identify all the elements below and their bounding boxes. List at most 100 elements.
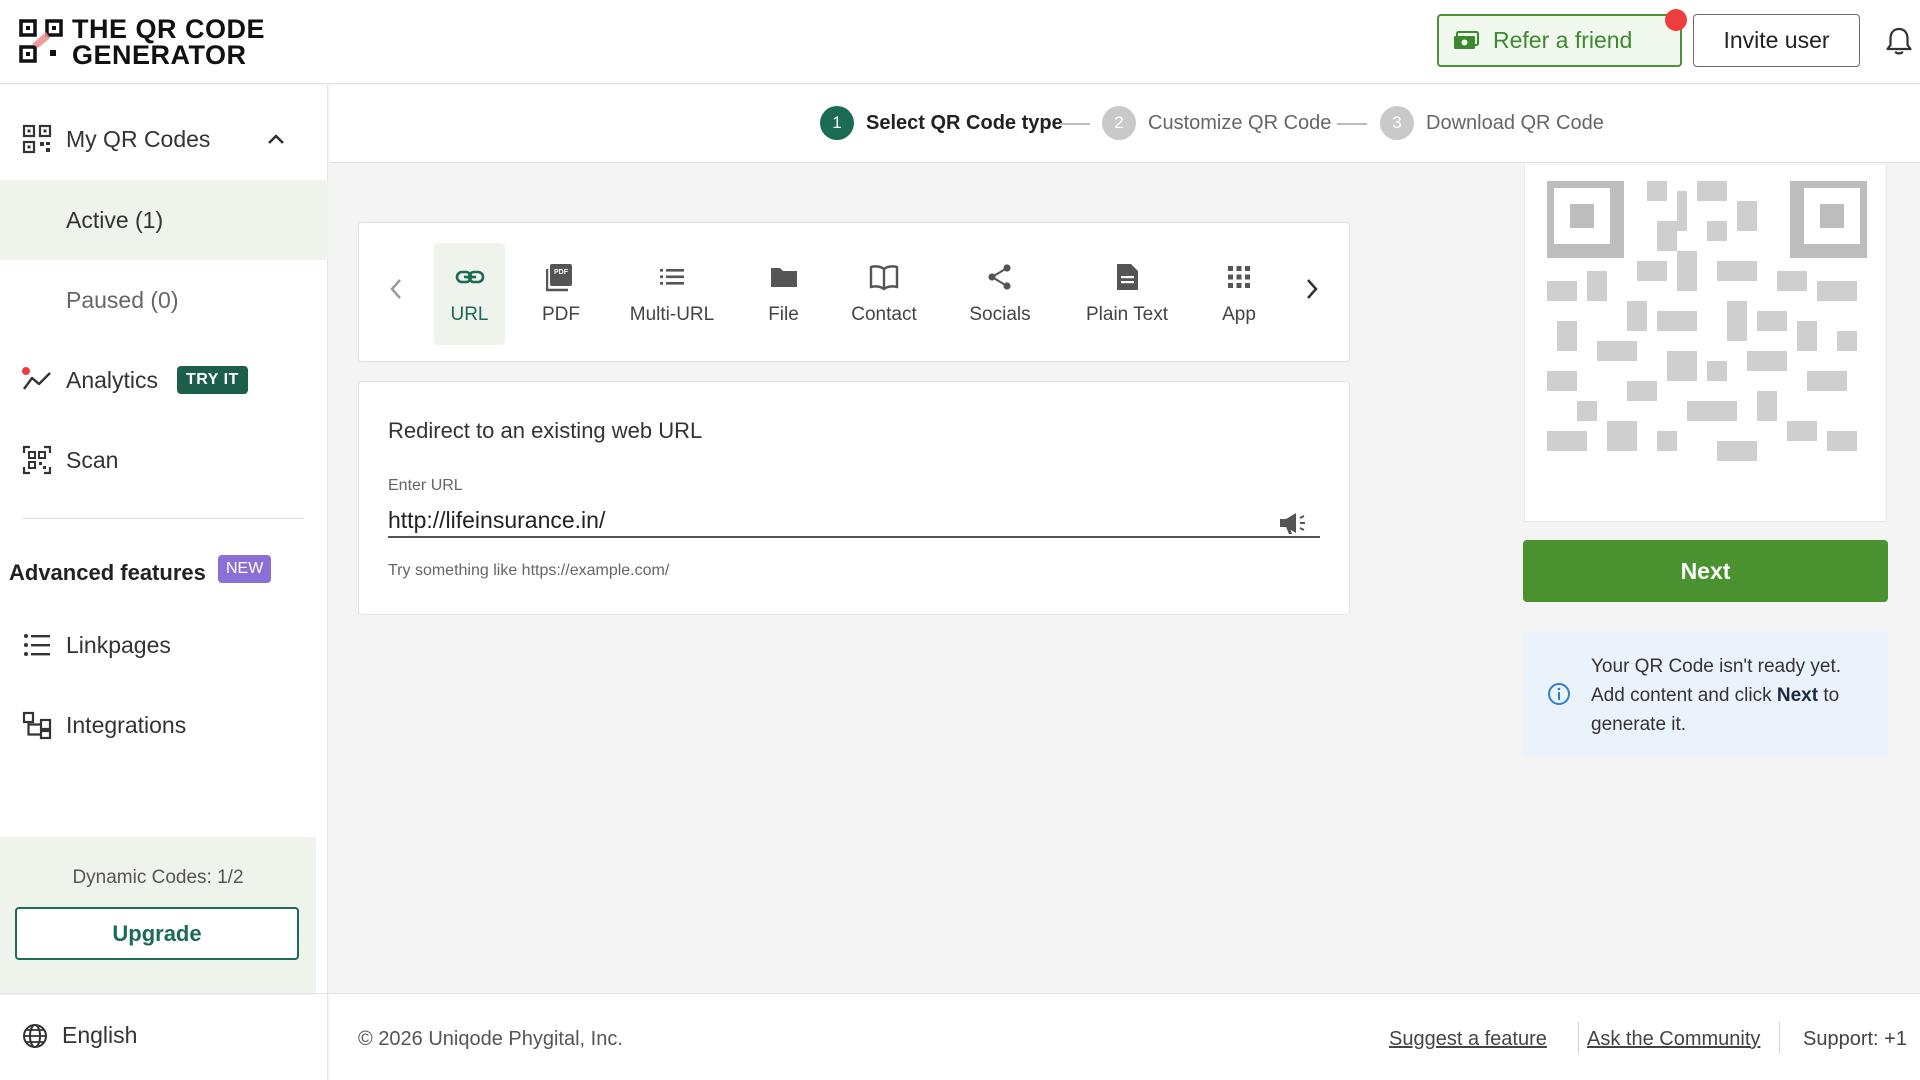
sidebar-divider <box>22 518 304 519</box>
tab-label: App <box>1222 304 1256 325</box>
step-select-type[interactable]: 1 Select QR Code type <box>820 106 1063 140</box>
info-message: Your QR Code isn't ready yet. Add conten… <box>1523 632 1888 756</box>
info-line-1: Your QR Code isn't ready yet. <box>1591 656 1842 677</box>
sidebar-item-label: Scan <box>66 446 119 473</box>
qr-logo-icon <box>18 18 66 66</box>
tab-label: Contact <box>851 304 917 325</box>
refer-friend-button[interactable]: Refer a friend <box>1437 9 1687 67</box>
megaphone-icon[interactable] <box>1277 510 1307 541</box>
step-number: 1 <box>820 106 854 140</box>
tab-label: URL <box>450 304 489 325</box>
qr-grid-icon <box>22 124 52 154</box>
tab-contact[interactable]: Contact <box>838 243 930 345</box>
footer-separator <box>1779 1022 1780 1054</box>
info-next-emphasis: Next <box>1776 685 1819 706</box>
sidebar-item-my-qr-codes[interactable]: My QR Codes <box>0 99 328 179</box>
url-hint: Try something like https://example.com/ <box>388 562 670 579</box>
brand-logo[interactable]: THE QR CODE GENERATOR <box>18 14 266 70</box>
tab-socials[interactable]: Socials <box>957 243 1043 345</box>
upgrade-button[interactable]: Upgrade <box>15 907 299 960</box>
sidebar-item-active[interactable]: Active (1) <box>0 180 328 260</box>
scan-icon <box>22 445 52 475</box>
tab-label: PDF <box>542 304 580 325</box>
step-connector <box>1060 123 1090 125</box>
dynamic-codes-count: Dynamic Codes: 1/2 <box>72 867 244 888</box>
suggest-feature-link[interactable]: Suggest a feature <box>1389 1028 1547 1051</box>
info-icon <box>1547 682 1571 711</box>
list-icon <box>660 269 684 285</box>
integrations-icon <box>22 711 52 740</box>
sidebar-item-analytics[interactable]: Analytics TRY IT <box>0 340 328 420</box>
sidebar-item-label: Linkpages <box>66 631 171 658</box>
app-grid-icon <box>1228 266 1250 288</box>
sidebar-item-label: My QR Codes <box>66 125 211 152</box>
ask-community-link[interactable]: Ask the Community <box>1587 1028 1760 1051</box>
footer-separator <box>1578 1022 1579 1054</box>
chevron-left-icon[interactable] <box>376 269 416 309</box>
tab-app[interactable]: App <box>1206 243 1272 345</box>
url-form-card: Redirect to an existing web URL Enter UR… <box>358 381 1350 615</box>
sidebar-item-integrations[interactable]: Integrations <box>0 685 328 765</box>
chevron-right-icon[interactable] <box>1292 269 1332 309</box>
globe-icon <box>23 1023 47 1048</box>
sidebar-bottom-divider <box>0 993 328 994</box>
tab-label: Multi-URL <box>629 304 715 325</box>
language-selector[interactable]: English <box>22 1022 137 1049</box>
info-line-2-text: Add content and click <box>1591 685 1777 706</box>
step-download[interactable]: 3 Download QR Code <box>1380 106 1604 140</box>
info-line-2: Add content and click Next to <box>1591 681 1871 710</box>
info-line-2-end: to <box>1818 685 1840 706</box>
qr-preview-card <box>1524 165 1887 522</box>
advanced-features-heading: Advanced features <box>9 560 206 585</box>
dynamic-codes-panel: Dynamic Codes: 1/2 Upgrade <box>0 837 316 995</box>
invite-user-button[interactable]: Invite user <box>1693 14 1860 67</box>
tab-url[interactable]: URL <box>434 243 505 345</box>
page-footer: © 2026 Uniqode Phygital, Inc. Suggest a … <box>329 993 1920 1080</box>
try-it-badge: TRY IT <box>177 366 248 394</box>
url-field-label: Enter URL <box>388 477 463 494</box>
logo-text: THE QR CODE GENERATOR <box>72 14 266 70</box>
sidebar-item-linkpages[interactable]: Linkpages <box>0 605 328 685</box>
next-button[interactable]: Next <box>1523 540 1888 602</box>
step-connector <box>1337 123 1367 125</box>
money-icon <box>1454 30 1479 49</box>
chevron-up-icon[interactable] <box>266 132 286 146</box>
qr-type-selector: URL PDF PDF Multi-URL File Contact Socia… <box>358 222 1350 362</box>
tab-pdf[interactable]: PDF PDF <box>525 243 597 345</box>
language-label: English <box>62 1022 138 1048</box>
info-text: Your QR Code isn't ready yet. Add conten… <box>1591 652 1871 739</box>
step-number: 2 <box>1102 106 1136 140</box>
share-icon <box>988 264 1011 290</box>
logo-line-2: GENERATOR <box>72 40 247 70</box>
step-label: Customize QR Code <box>1148 111 1332 134</box>
link-icon <box>455 270 484 284</box>
bell-icon[interactable] <box>1885 26 1913 61</box>
progress-stepper: 1 Select QR Code type 2 Customize QR Cod… <box>329 85 1920 163</box>
tab-multi-url[interactable]: Multi-URL <box>617 243 727 345</box>
svg-text:PDF: PDF <box>554 269 569 276</box>
sidebar-item-scan[interactable]: Scan <box>0 420 328 500</box>
tab-file[interactable]: File <box>746 243 821 345</box>
folder-icon <box>770 268 797 287</box>
support-text: Support: +1 <box>1803 1028 1907 1050</box>
step-number: 3 <box>1380 106 1414 140</box>
url-input[interactable] <box>388 504 1320 538</box>
sidebar-item-label: Analytics <box>66 366 159 393</box>
tab-label: File <box>768 304 799 325</box>
sidebar-item-label: Paused (0) <box>66 286 179 313</box>
info-line-3: generate it. <box>1591 714 1687 735</box>
new-badge: NEW <box>218 555 272 583</box>
tab-label: Socials <box>969 304 1031 325</box>
refer-label: Refer a friend <box>1493 27 1633 53</box>
step-label: Download QR Code <box>1426 111 1604 134</box>
sidebar-item-paused[interactable]: Paused (0) <box>0 260 328 340</box>
qr-placeholder-image <box>1547 181 1867 461</box>
tab-label: Plain Text <box>1085 304 1169 325</box>
top-header: THE QR CODE GENERATOR Refer a friend Inv… <box>0 0 1920 84</box>
logo-line-1: THE QR CODE <box>72 14 266 44</box>
analytics-trend-icon <box>22 367 51 390</box>
sidebar-item-label: Integrations <box>66 711 187 738</box>
tab-plain-text[interactable]: Plain Text <box>1071 243 1183 345</box>
step-customize[interactable]: 2 Customize QR Code <box>1102 106 1331 140</box>
sidebar-item-label: Active (1) <box>66 206 164 233</box>
